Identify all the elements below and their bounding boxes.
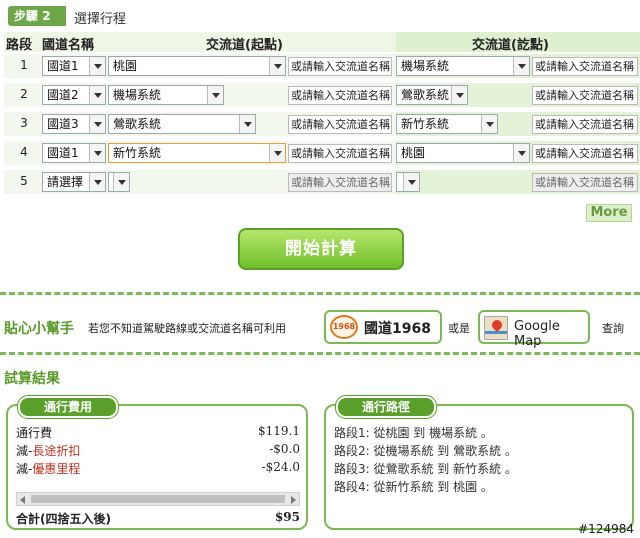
end-input[interactable]: 或請輸入交流道名稱 <box>532 115 638 134</box>
start-input[interactable]: 或請輸入交流道名稱 <box>288 144 392 163</box>
end-select[interactable]: 桃園 <box>396 143 530 163</box>
start-input[interactable]: 或請輸入交流道名稱 <box>288 57 392 76</box>
google-map-label: Google Map <box>514 319 560 349</box>
chevron-down-icon <box>89 57 105 75</box>
row-index: 5 <box>20 174 28 188</box>
cost-line-discount-mileage: 減-優惠里程 -$24.0 <box>16 460 300 476</box>
chevron-down-icon <box>239 115 255 133</box>
row-index: 3 <box>20 116 28 130</box>
end-select[interactable]: 新竹系統 <box>396 114 498 134</box>
chevron-down-icon <box>451 86 467 104</box>
divider <box>0 352 640 355</box>
chevron-down-icon <box>513 144 529 162</box>
highway-select[interactable]: 國道1 <box>42 56 106 76</box>
chevron-down-icon <box>207 86 223 104</box>
chevron-down-icon <box>89 86 105 104</box>
more-button[interactable]: More <box>586 204 632 222</box>
start-select[interactable]: 機場系統 <box>108 85 224 105</box>
cost-panel-tag: 通行費用 <box>17 395 119 419</box>
end-input[interactable]: 或請輸入交流道名稱 <box>532 144 638 163</box>
start-select[interactable]: 桃園 <box>108 56 286 76</box>
cost-panel: 通行費用 通行費 $119.1 減-長途折扣 -$0.0 減-優惠里程 -$24… <box>6 395 308 530</box>
table-row: 5 請選擇 或請輸入交流道名稱 或請輸入交流道名稱 <box>4 170 640 196</box>
row-index: 2 <box>20 87 28 101</box>
route-line: 路段4: 從新竹系統 到 桃園 。 <box>334 480 493 494</box>
chevron-down-icon <box>481 115 497 133</box>
row-index: 4 <box>20 145 28 159</box>
horizontal-scrollbar[interactable] <box>16 492 300 506</box>
helper-text: 若您不知道駕駛路線或交流道名稱可利用 <box>88 322 286 335</box>
chevron-down-icon <box>269 144 285 162</box>
end-select[interactable]: 機場系統 <box>396 56 530 76</box>
route-line: 路段2: 從機場系統 到 鶯歌系統 。 <box>334 444 517 458</box>
highway-select[interactable]: 國道3 <box>42 114 106 134</box>
route-panel: 通行路徑 路段1: 從桃園 到 機場系統 。 路段2: 從機場系統 到 鶯歌系統… <box>324 395 634 530</box>
start-input[interactable]: 或請輸入交流道名稱 <box>288 86 392 105</box>
start-select[interactable] <box>108 172 130 192</box>
chevron-down-icon <box>89 144 105 162</box>
cost-line-long-distance: 減-長途折扣 -$0.0 <box>16 442 300 458</box>
end-input[interactable]: 或請輸入交流道名稱 <box>532 57 638 76</box>
table-row: 2 國道2 機場系統 或請輸入交流道名稱 鶯歌系統 或請輸入交流道名稱 <box>4 83 640 109</box>
table-row: 3 國道3 鶯歌系統 或請輸入交流道名稱 新竹系統 或請輸入交流道名稱 <box>4 112 640 138</box>
start-select[interactable]: 鶯歌系統 <box>108 114 256 134</box>
helper-or: 或是 <box>448 322 470 335</box>
step-header: 步驟 2 選擇行程 <box>0 0 640 32</box>
helper-query: 查詢 <box>602 322 624 335</box>
start-calculate-button[interactable]: 開始計算 <box>238 228 404 270</box>
highway-1968-label: 國道1968 <box>364 321 431 337</box>
table-row: 1 國道1 桃園 或請輸入交流道名稱 機場系統 或請輸入交流道名稱 <box>4 54 640 80</box>
chevron-down-icon <box>513 57 529 75</box>
map-icon <box>484 316 508 340</box>
table-row: 4 國道1 新竹系統 或請輸入交流道名稱 桃園 或請輸入交流道名稱 <box>4 141 640 167</box>
start-input[interactable]: 或請輸入交流道名稱 <box>288 115 392 134</box>
route-line: 路段1: 從桃園 到 機場系統 。 <box>334 426 493 440</box>
route-line: 路段3: 從鶯歌系統 到 新竹系統 。 <box>334 462 517 476</box>
chevron-down-icon <box>89 173 105 191</box>
helper-bar: 貼心小幫手 若您不知道駕駛路線或交流道名稱可利用 1968 國道1968 或是 … <box>0 308 640 349</box>
highway-select[interactable]: 請選擇 <box>42 172 106 192</box>
chevron-down-icon <box>113 173 129 191</box>
highway-1968-link[interactable]: 1968 國道1968 <box>324 310 442 344</box>
step-title: 選擇行程 <box>74 12 127 27</box>
step-label: 步驟 <box>14 9 39 23</box>
chevron-down-icon <box>89 115 105 133</box>
chevron-down-icon <box>269 57 285 75</box>
highway-1968-icon: 1968 <box>330 315 358 339</box>
step-arrow-icon <box>58 6 66 26</box>
end-select[interactable] <box>396 172 420 192</box>
header-end: 交流道(訖點) <box>472 38 549 53</box>
results-title: 試算結果 <box>4 371 60 387</box>
end-input[interactable]: 或請輸入交流道名稱 <box>532 86 638 105</box>
highway-select[interactable]: 國道1 <box>42 143 106 163</box>
watermark: #124984 <box>578 522 634 536</box>
step-number: 2 <box>42 9 51 23</box>
chevron-down-icon <box>403 173 419 191</box>
start-select[interactable]: 新竹系統 <box>108 143 286 163</box>
header-start: 交流道(起點) <box>206 38 283 53</box>
cost-line-toll: 通行費 $119.1 <box>16 424 300 440</box>
header-highway: 國道名稱 <box>42 38 95 53</box>
end-input[interactable]: 或請輸入交流道名稱 <box>532 173 638 192</box>
highway-select[interactable]: 國道2 <box>42 85 106 105</box>
table-header: 路段 國道名稱 交流道(起點) 交流道(訖點) <box>4 32 640 53</box>
google-map-link[interactable]: Google Map <box>478 310 590 349</box>
row-index: 1 <box>20 58 28 72</box>
scroll-left-icon <box>20 496 25 504</box>
route-panel-tag: 通行路徑 <box>335 395 437 419</box>
scroll-right-icon <box>291 496 296 504</box>
header-segment: 路段 <box>6 38 33 53</box>
helper-title: 貼心小幫手 <box>4 321 74 337</box>
end-select[interactable]: 鶯歌系統 <box>396 85 468 105</box>
cost-total: 合計(四捨五入後) $95 <box>16 510 300 526</box>
divider <box>0 292 640 295</box>
start-input[interactable]: 或請輸入交流道名稱 <box>288 173 392 192</box>
